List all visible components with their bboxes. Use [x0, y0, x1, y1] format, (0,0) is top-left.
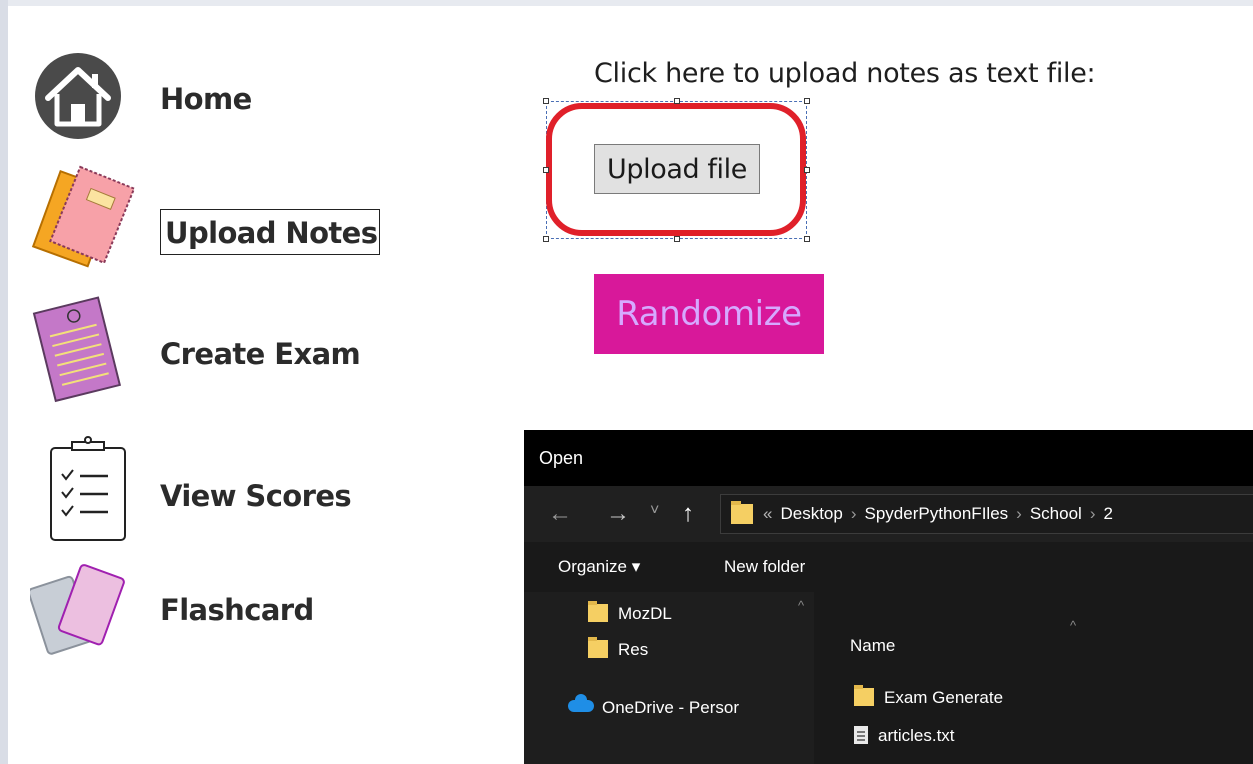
clipboard-checklist-icon [50, 436, 126, 541]
nav-pane-label: OneDrive - Persor [602, 698, 739, 717]
file-name: articles.txt [878, 726, 955, 745]
resize-handle-se[interactable] [804, 236, 810, 242]
upload-prompt-text: Click here to upload notes as text file: [594, 58, 1096, 89]
nav-item-home[interactable]: Home [30, 50, 390, 160]
nav-pane-scrollbar[interactable]: ^ [794, 592, 814, 764]
folder-icon [588, 601, 608, 622]
dialog-titlebar: Open [524, 430, 1253, 486]
address-path: « Desktop › SpyderPythonFIles › School › 2 [763, 504, 1113, 524]
folder-icon [854, 685, 874, 706]
flashcards-icon [30, 564, 125, 655]
crumb-spyderpythonfiles[interactable]: SpyderPythonFIles [865, 504, 1009, 523]
address-overflow[interactable]: « [763, 504, 772, 523]
dialog-toolbar: Organize ▾ New folder [524, 542, 1253, 592]
notebook-icon [32, 296, 122, 403]
window-top-border [8, 0, 1253, 6]
resize-handle-ne[interactable] [804, 98, 810, 104]
scroll-up-icon[interactable]: ^ [798, 598, 804, 613]
nav-item-upload-notes[interactable]: Upload Notes [30, 163, 390, 273]
dialog-navbar: ← → ˅ ↑ « Desktop › SpyderPythonFIles › Schoo… [524, 486, 1253, 542]
column-header-name[interactable]: Name [850, 636, 895, 656]
nav-pane-label: Res [618, 640, 649, 659]
randomize-button[interactable]: Randomize [594, 274, 824, 354]
open-file-dialog: Open ← → ˅ ↑ « Desktop › SpyderPythonFIles ›… [524, 430, 1253, 764]
nav-label-upload-notes: Upload Notes [160, 209, 381, 255]
recent-locations-icon[interactable]: ˅ [650, 502, 659, 520]
onedrive-icon [568, 694, 594, 712]
organize-button[interactable]: Organize ▾ [558, 557, 640, 577]
forward-arrow-icon[interactable]: → [606, 500, 630, 528]
nav-label-flashcard: Flashcard [160, 593, 314, 627]
crumb-next[interactable]: 2 [1103, 504, 1112, 523]
window-left-border [0, 0, 8, 764]
notebooks-icon [31, 165, 136, 268]
text-file-icon [854, 726, 868, 744]
nav-item-create-exam[interactable]: Create Exam [30, 293, 390, 403]
nav-pane-label: MozDL [618, 604, 672, 623]
nav-label-home: Home [160, 82, 252, 116]
chevron-right-icon: › [850, 504, 857, 523]
up-arrow-icon[interactable]: ↑ [682, 500, 694, 528]
nav-pane-item-mozdl[interactable]: MozDL [588, 601, 672, 624]
home-icon [35, 53, 121, 139]
nav-label-create-exam: Create Exam [160, 337, 361, 371]
address-bar[interactable]: « Desktop › SpyderPythonFIles › School › 2 [720, 494, 1253, 534]
crumb-desktop[interactable]: Desktop [780, 504, 842, 523]
dialog-navigation-pane: MozDL Res OneDrive - Persor [524, 592, 815, 764]
dialog-title: Open [539, 448, 584, 468]
resize-handle-w[interactable] [543, 167, 549, 173]
resize-handle-e[interactable] [804, 167, 810, 173]
resize-handle-nw[interactable] [543, 98, 549, 104]
nav-item-flashcard[interactable]: Flashcard [30, 560, 390, 670]
chevron-right-icon: › [1016, 504, 1022, 523]
back-arrow-icon[interactable]: ← [548, 500, 572, 528]
resize-handle-n[interactable] [674, 98, 680, 104]
file-list-pane: ^ Name Exam Generate articles.txt [814, 592, 1253, 764]
nav-pane-item-res[interactable]: Res [588, 637, 649, 660]
nav-item-view-scores[interactable]: View Scores [30, 434, 390, 544]
new-folder-button[interactable]: New folder [724, 557, 805, 577]
nav-pane-item-onedrive[interactable]: OneDrive - Persor [568, 694, 739, 718]
sort-caret-icon: ^ [1070, 618, 1077, 633]
folder-icon [588, 637, 608, 658]
nav-label-view-scores: View Scores [160, 479, 352, 513]
file-row[interactable]: articles.txt [854, 726, 955, 746]
resize-handle-sw[interactable] [543, 236, 549, 242]
folder-icon [731, 501, 753, 524]
upload-file-button[interactable]: Upload file [594, 144, 760, 194]
file-row[interactable]: Exam Generate [854, 685, 1004, 708]
crumb-school[interactable]: School [1030, 504, 1082, 523]
chevron-right-icon: › [1089, 504, 1096, 523]
file-name: Exam Generate [884, 688, 1004, 707]
resize-handle-s[interactable] [674, 236, 680, 242]
